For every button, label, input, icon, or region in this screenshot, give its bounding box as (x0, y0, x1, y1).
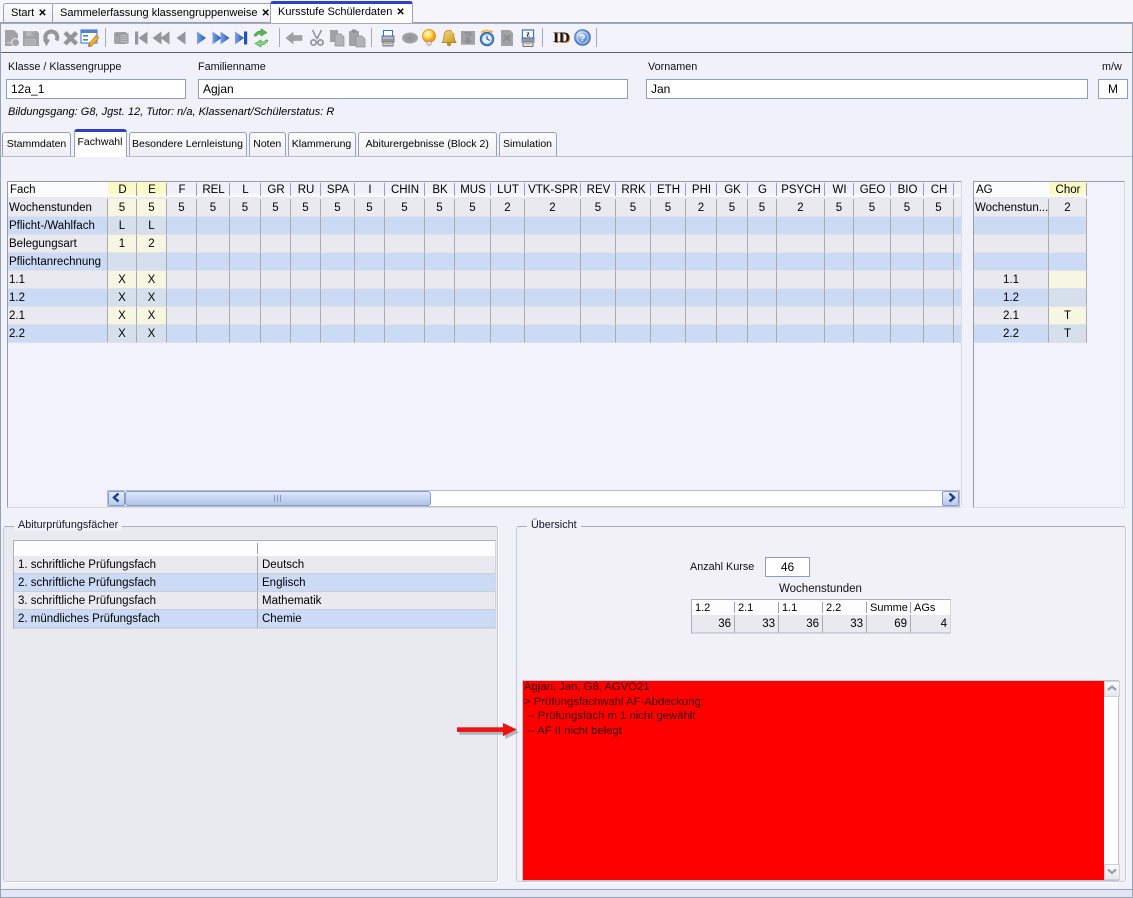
svg-text:z: z (526, 30, 530, 39)
svg-text:?: ? (580, 33, 586, 44)
